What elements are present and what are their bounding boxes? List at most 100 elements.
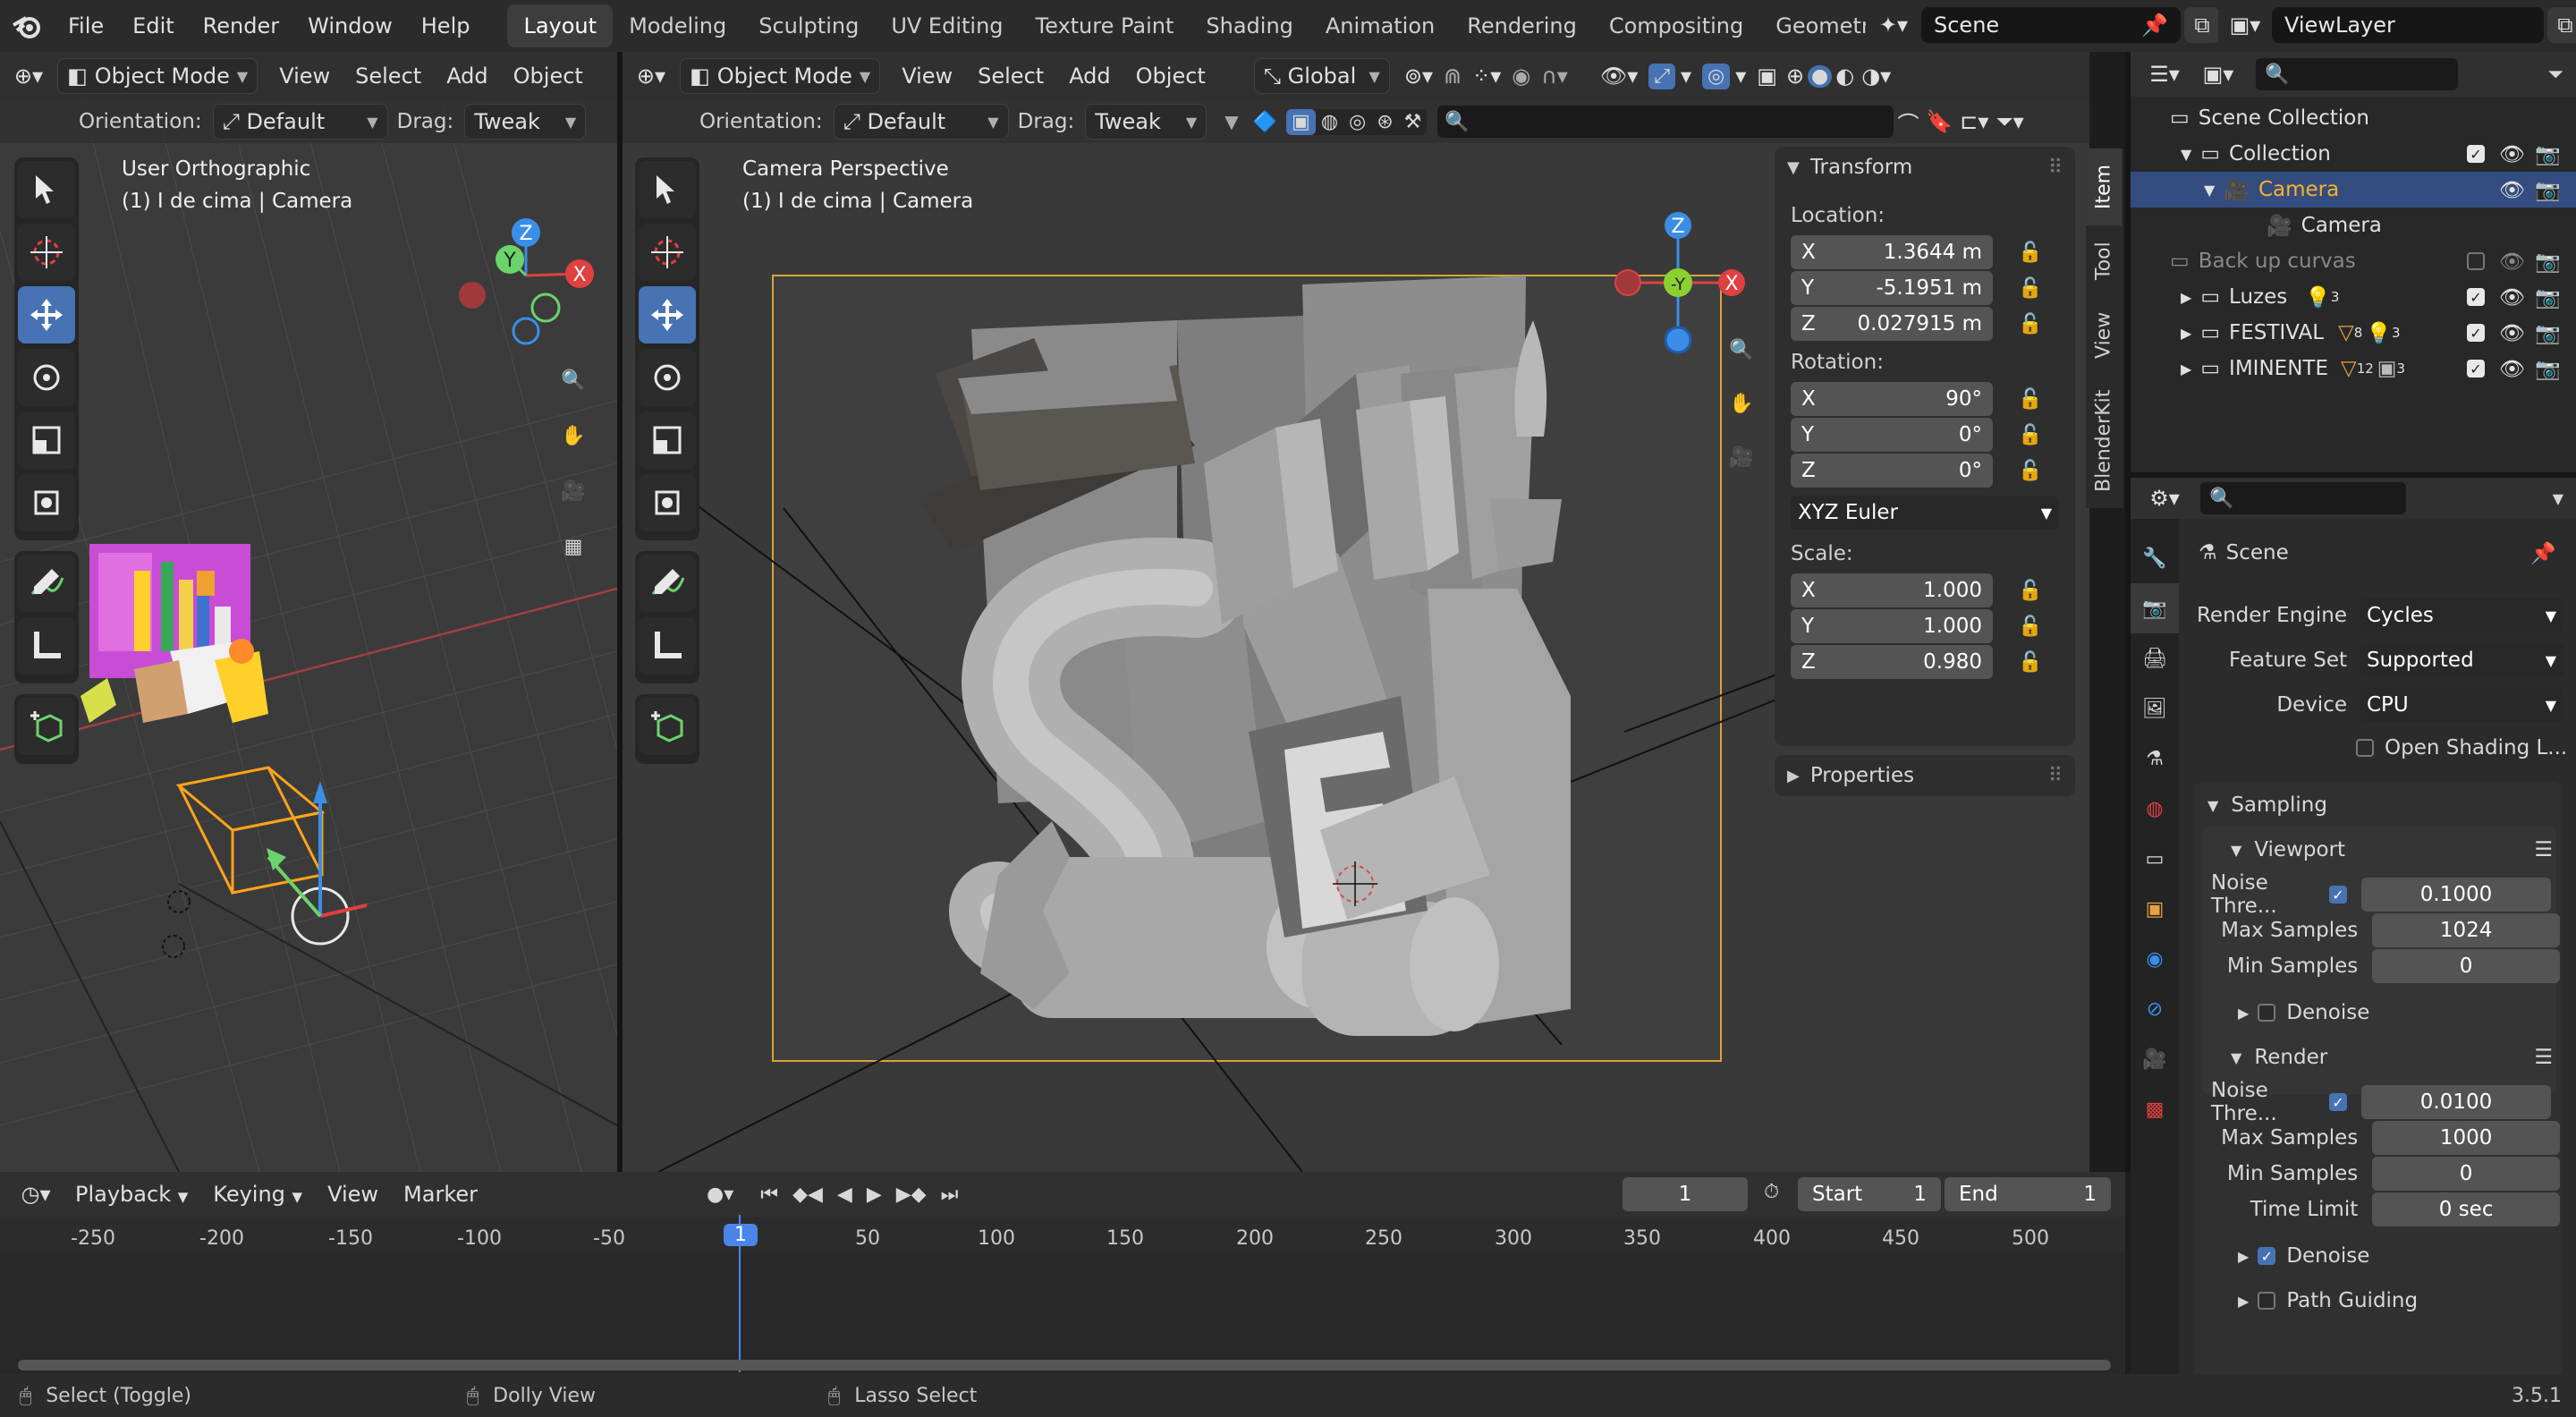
output-tab-icon[interactable]: 🖨 — [2131, 633, 2179, 683]
material-asset-icon[interactable]: ◍ — [1316, 109, 1343, 135]
outliner-row-backup-curves[interactable]: ▭ Back up curvas 👁 📷 — [2131, 243, 2576, 279]
view-layer-tab-icon[interactable]: 🖼 — [2131, 683, 2179, 734]
prev-keyframe-icon[interactable]: ◆◀ — [792, 1184, 823, 1206]
model-asset-icon[interactable]: ▣ — [1286, 108, 1316, 135]
render-camera-icon[interactable]: 📷 — [2535, 321, 2561, 345]
menu-file[interactable]: File — [54, 0, 118, 52]
annotate-tool-icon[interactable] — [639, 555, 696, 612]
tab-blenderkit[interactable]: BlenderKit — [2086, 374, 2122, 508]
hdr-asset-icon[interactable]: ◎ — [1343, 109, 1371, 135]
zoom-icon[interactable]: 🔍 — [1721, 329, 1762, 370]
filter-icon[interactable]: ⏷ — [2547, 64, 2563, 86]
view-menu[interactable]: View — [315, 1182, 391, 1207]
r-denoise-row[interactable]: ▶ ✓ Denoise — [2238, 1238, 2369, 1274]
rendered-shading-icon[interactable]: ◑▾ — [1858, 64, 1894, 89]
render-engine-dropdown[interactable]: Cycles ▼ — [2360, 598, 2563, 632]
chevron-right-icon[interactable]: ▶ — [2181, 325, 2191, 342]
snap-icon[interactable]: ⋒ — [1438, 64, 1467, 89]
drag-dropdown[interactable]: Tweak ▼ — [1085, 104, 1208, 140]
outliner-row-scene-collection[interactable]: ▭ Scene Collection — [2131, 100, 2576, 136]
include-checkbox[interactable]: ✓ — [2467, 324, 2485, 342]
outliner-row-luzes[interactable]: ▶ ▭ Luzes 💡 3 ✓ 👁 📷 — [2131, 279, 2576, 315]
vp-min-field[interactable]: 0 — [2372, 949, 2560, 983]
chevron-down-icon[interactable]: ▼ — [2204, 182, 2215, 199]
lock-icon[interactable]: 🔓 — [2018, 424, 2042, 446]
r-min-field[interactable]: 0 — [2372, 1157, 2560, 1191]
add-cube-tool-icon[interactable] — [18, 698, 75, 755]
menu-add[interactable]: Add — [434, 64, 500, 89]
eye-icon[interactable]: 👁 — [2499, 178, 2525, 202]
osl-checkbox[interactable] — [2356, 739, 2374, 757]
tab-modeling[interactable]: Modeling — [613, 4, 742, 47]
orientation-dropdown[interactable]: ⤢ Default ▼ — [833, 104, 1009, 140]
eye-icon[interactable]: 👁 — [2499, 285, 2525, 310]
clock-icon[interactable]: ⏱ — [1764, 1181, 1779, 1203]
display-mode-icon[interactable]: ▣▾ — [2191, 56, 2245, 92]
r-noise-field[interactable]: 0.0100 — [2361, 1085, 2551, 1119]
keying-menu[interactable]: Keying ▼ — [200, 1182, 315, 1207]
tab-shading[interactable]: Shading — [1190, 4, 1309, 47]
physics-tab-icon[interactable]: ◉ — [2131, 934, 2179, 984]
end-frame-field[interactable]: End 1 — [1945, 1177, 2111, 1211]
visibility-icon[interactable]: 👁▾ — [1595, 64, 1644, 89]
pivot-point-icon[interactable]: ⊚▾ — [1399, 64, 1438, 89]
scale-tool-icon[interactable] — [639, 412, 696, 469]
move-tool-icon[interactable] — [18, 286, 75, 344]
tab-item[interactable]: Item — [2086, 148, 2122, 225]
path-guiding-row[interactable]: ▶ Path Guiding — [2238, 1283, 2418, 1319]
solid-shading-icon[interactable]: ● — [1808, 64, 1833, 88]
render-camera-icon[interactable]: 📷 — [2535, 142, 2561, 166]
frame-ruler[interactable] — [0, 1217, 2125, 1252]
viewport-header[interactable]: ▼ Viewport ☰ — [2231, 832, 2553, 868]
render-camera-icon[interactable]: 📷 — [2535, 178, 2561, 202]
scene-tab-icon[interactable]: ⚗ — [2131, 734, 2179, 784]
include-checkbox[interactable]: ✓ — [2467, 145, 2485, 163]
lock-icon[interactable]: 🔓 — [2018, 277, 2042, 300]
world-tab-icon[interactable]: ◍ — [2131, 784, 2179, 834]
viewlayer-icon[interactable]: ▣▾ — [2218, 7, 2272, 43]
tab-tool[interactable]: Tool — [2086, 225, 2122, 297]
chevron-right-icon[interactable]: ▶ — [2181, 361, 2191, 378]
scale-tool-icon[interactable] — [18, 412, 75, 469]
location-y-field[interactable]: Y -5.1951 m — [1791, 271, 1993, 305]
jump-end-icon[interactable]: ⏭ — [941, 1184, 959, 1206]
r-max-field[interactable]: 1000 — [2372, 1121, 2560, 1155]
viewlayer-field[interactable]: ViewLayer — [2272, 7, 2544, 43]
asset-search-input[interactable]: 🔍 — [1437, 106, 1894, 138]
outliner-search-input[interactable]: 🔍 — [2256, 58, 2458, 90]
device-dropdown[interactable]: CPU ▼ — [2360, 688, 2563, 722]
scale-z-field[interactable]: Z 0.980 — [1791, 645, 1993, 679]
list-icon[interactable]: ☰ — [2534, 1046, 2553, 1069]
tab-layout[interactable]: Layout — [507, 4, 614, 47]
include-checkbox[interactable] — [2467, 252, 2485, 270]
lock-icon[interactable]: 🔓 — [2018, 242, 2042, 264]
hierarchy-icon[interactable]: ⊏▾ — [1956, 109, 1992, 134]
chevron-down-icon[interactable]: ▼ — [1224, 111, 1238, 132]
jump-start-icon[interactable]: ⏮ — [760, 1184, 778, 1206]
bookmark-icon[interactable]: 🔖 — [1922, 109, 1956, 134]
record-icon[interactable]: ●▾ — [707, 1184, 733, 1206]
menu-edit[interactable]: Edit — [118, 0, 188, 52]
include-checkbox[interactable]: ✓ — [2467, 288, 2485, 306]
menu-select[interactable]: Select — [343, 64, 434, 89]
location-x-field[interactable]: X 1.3644 m — [1791, 235, 1993, 269]
menu-view[interactable]: View — [889, 64, 965, 89]
tool-tab-icon[interactable]: 🔧 — [2131, 533, 2179, 583]
brush-asset-icon[interactable]: ⚒ — [1399, 109, 1428, 135]
tab-texture-paint[interactable]: Texture Paint — [1020, 4, 1191, 47]
r-noise-checkbox[interactable]: ✓ — [2329, 1093, 2347, 1111]
render-header[interactable]: ▼ Render ☰ — [2231, 1039, 2553, 1075]
menu-window[interactable]: Window — [293, 0, 407, 52]
blender-logo-icon[interactable] — [0, 13, 54, 39]
render-tab-icon[interactable]: 📷 — [2131, 583, 2179, 633]
next-keyframe-icon[interactable]: ▶◆ — [896, 1184, 927, 1206]
left-viewport[interactable]: ⊕▾ ◧ Object Mode ▼ View Select Add Object … — [0, 52, 617, 1172]
snap-target-icon[interactable]: ⁘▾ — [1467, 64, 1506, 89]
lock-icon[interactable]: 🔓 — [2018, 580, 2042, 602]
wireframe-shading-icon[interactable]: ⊕ — [1783, 64, 1808, 89]
lock-icon[interactable]: 🔓 — [2018, 651, 2042, 674]
properties-subpanel[interactable]: ▶ Properties ⠿ — [1775, 755, 2075, 796]
play-reverse-icon[interactable]: ◀ — [837, 1184, 852, 1206]
xray-icon[interactable]: ▣ — [1751, 64, 1783, 89]
rotation-x-field[interactable]: X 90° — [1791, 382, 1993, 416]
